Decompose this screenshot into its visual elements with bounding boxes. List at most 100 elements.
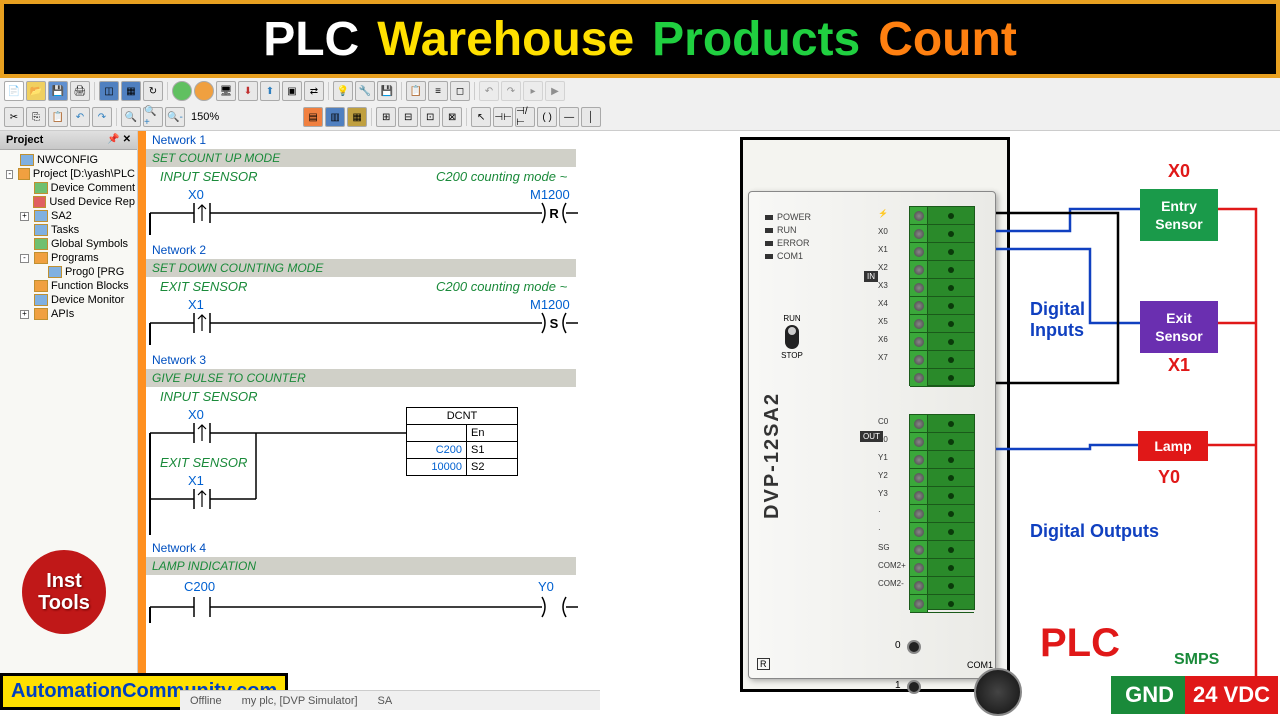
- lamp-box: Lamp: [1138, 431, 1208, 461]
- circle-o-icon[interactable]: [194, 81, 214, 101]
- dcnt-instruction[interactable]: DCNT En C200S1 10000S2: [406, 407, 518, 476]
- net-icon[interactable]: ⊞: [376, 107, 396, 127]
- tree-item[interactable]: +SA2: [2, 209, 135, 223]
- rail-indicator: [138, 131, 146, 707]
- tree-item[interactable]: Prog0 [PRG: [2, 265, 135, 279]
- plc-big-label: PLC: [1040, 621, 1120, 666]
- window-icon[interactable]: ◫: [99, 81, 119, 101]
- disk-icon[interactable]: 💾: [377, 81, 397, 101]
- network-title: SET DOWN COUNTING MODE: [146, 259, 576, 277]
- grid-icon[interactable]: ▦: [121, 81, 141, 101]
- network-number: Network 1: [146, 131, 610, 149]
- list-icon[interactable]: ≡: [428, 81, 448, 101]
- jack-0-label: 0: [895, 640, 901, 651]
- led-error: ERROR: [765, 238, 811, 248]
- y0-label: Y0: [1158, 467, 1180, 488]
- box-icon[interactable]: ◻: [450, 81, 470, 101]
- ladder-content: Network 1SET COUNT UP MODE INPUT SENSOR …: [146, 131, 610, 631]
- monitor-icon[interactable]: 🖥: [216, 81, 236, 101]
- print-icon[interactable]: 🖨: [70, 81, 90, 101]
- tree-item[interactable]: NWCONFIG: [2, 153, 135, 167]
- switch-run: RUN: [777, 314, 807, 323]
- zoomout-icon[interactable]: 🔍-: [165, 107, 185, 127]
- pin-icon[interactable]: 📌 ✕: [107, 134, 131, 146]
- upload-icon[interactable]: ⬆: [260, 81, 280, 101]
- net2-icon[interactable]: ⊟: [398, 107, 418, 127]
- redo2-icon[interactable]: ↷: [92, 107, 112, 127]
- compare-icon[interactable]: ⇄: [304, 81, 324, 101]
- tree-item[interactable]: Device Comment: [2, 181, 135, 195]
- chip-icon[interactable]: ▣: [282, 81, 302, 101]
- contact-nc-icon[interactable]: ⊣/⊢: [515, 107, 535, 127]
- undo2-icon[interactable]: ↶: [70, 107, 90, 127]
- download-icon[interactable]: ⬇: [238, 81, 258, 101]
- contact-no-icon[interactable]: ⊣⊢: [493, 107, 513, 127]
- title-word-1: PLC: [263, 12, 359, 67]
- title-word-2: Warehouse: [377, 12, 634, 67]
- wiring-diagram: POWER RUN ERROR COM1 RUN STOP DVP-12SA2 …: [610, 131, 1280, 707]
- status-sa: SA: [378, 695, 393, 707]
- net3-icon[interactable]: ⊡: [420, 107, 440, 127]
- zoom-level[interactable]: 150%: [191, 111, 219, 123]
- il-view-icon[interactable]: ▥: [325, 107, 345, 127]
- title-banner: PLC Warehouse Products Count: [0, 0, 1280, 78]
- cursor-icon[interactable]: ↖: [471, 107, 491, 127]
- toolbar-row-1: 📄 📂 💾 🖨 ◫ ▦ ↻ 🖥 ⬇ ⬆ ▣ ⇄ 💡 🔧 💾 📋 ≡ ◻ ↶ ↷ …: [0, 78, 1280, 104]
- bulb-icon[interactable]: 💡: [333, 81, 353, 101]
- copy-icon[interactable]: ⎘: [26, 107, 46, 127]
- circle-g-icon[interactable]: [172, 81, 192, 101]
- gnd-badge: GND: [1111, 676, 1188, 714]
- tree-item[interactable]: -Programs: [2, 251, 135, 265]
- ladder-view-icon[interactable]: ▤: [303, 107, 323, 127]
- tree-item[interactable]: Global Symbols: [2, 237, 135, 251]
- title-word-4: Count: [878, 12, 1017, 67]
- tree-item[interactable]: -Project [D:\yash\PLC: [2, 167, 135, 181]
- digital-inputs-label: Digital Inputs: [1030, 299, 1130, 341]
- refresh-icon[interactable]: ↻: [143, 81, 163, 101]
- tool-icon[interactable]: 🔧: [355, 81, 375, 101]
- line-h-icon[interactable]: —: [559, 107, 579, 127]
- sfc-view-icon[interactable]: ▦: [347, 107, 367, 127]
- tree-item[interactable]: Device Monitor: [2, 293, 135, 307]
- digital-outputs-label: Digital Outputs: [1030, 521, 1159, 542]
- title-word-3: Products: [652, 12, 860, 67]
- paste-icon[interactable]: 📋: [48, 107, 68, 127]
- svg-text:R: R: [549, 206, 559, 221]
- entry-sensor-box: Entry Sensor: [1140, 189, 1218, 241]
- save-icon[interactable]: 💾: [48, 81, 68, 101]
- tree-item[interactable]: +APIs: [2, 307, 135, 321]
- step-icon[interactable]: ▸: [523, 81, 543, 101]
- coil-icon[interactable]: ( ): [537, 107, 557, 127]
- status-sim: my plc, [DVP Simulator]: [242, 695, 358, 707]
- smps-label: SMPS: [1174, 651, 1219, 669]
- net4-icon[interactable]: ⊠: [442, 107, 462, 127]
- network-title: SET COUNT UP MODE: [146, 149, 576, 167]
- led-com1: COM1: [765, 251, 811, 261]
- jack-0: [907, 640, 921, 654]
- out-badge: OUT: [860, 431, 883, 442]
- output-terminal: [909, 414, 975, 610]
- find-icon[interactable]: 🔍: [121, 107, 141, 127]
- tree-item[interactable]: Tasks: [2, 223, 135, 237]
- tree-item[interactable]: Used Device Rep: [2, 195, 135, 209]
- new-icon[interactable]: 📄: [4, 81, 24, 101]
- play-icon[interactable]: ▶: [545, 81, 565, 101]
- plc-leds: POWER RUN ERROR COM1: [765, 212, 811, 264]
- led-run: RUN: [765, 225, 811, 235]
- exit-sensor-box: Exit Sensor: [1140, 301, 1218, 353]
- zoomin-icon[interactable]: 🔍+: [143, 107, 163, 127]
- open-icon[interactable]: 📂: [26, 81, 46, 101]
- ladder-editor[interactable]: Network 1SET COUNT UP MODE INPUT SENSOR …: [138, 131, 610, 707]
- cut-icon[interactable]: ✂: [4, 107, 24, 127]
- main-area: Project 📌 ✕ NWCONFIG-Project [D:\yash\PL…: [0, 131, 1280, 707]
- inst-tools-badge: Inst Tools: [22, 550, 106, 634]
- plc-model: DVP-12SA2: [761, 392, 784, 519]
- tree-item[interactable]: Function Blocks: [2, 279, 135, 293]
- line-v-icon[interactable]: │: [581, 107, 601, 127]
- project-tree[interactable]: NWCONFIG-Project [D:\yash\PLCDevice Comm…: [0, 150, 137, 324]
- redo-icon[interactable]: ↷: [501, 81, 521, 101]
- undo-icon[interactable]: ↶: [479, 81, 499, 101]
- network-title: LAMP INDICATION: [146, 557, 576, 575]
- switch-stop: STOP: [777, 351, 807, 360]
- doc-icon[interactable]: 📋: [406, 81, 426, 101]
